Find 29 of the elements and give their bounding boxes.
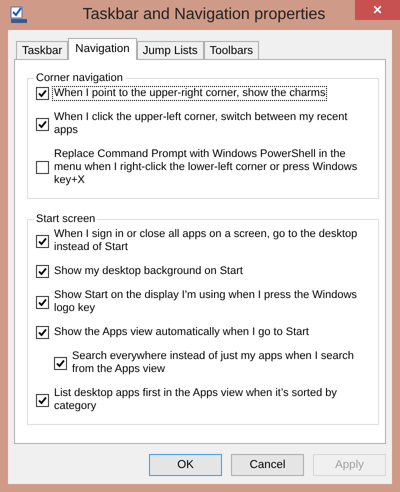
checkbox[interactable] <box>36 394 49 406</box>
tab[interactable]: Taskbar <box>16 41 68 59</box>
option-label: When I click the upper-left corner, switch between my recent apps <box>53 110 348 138</box>
option-label: Show Start on the display I'm using when I press the Windows logo key <box>53 288 358 316</box>
checkbox[interactable] <box>36 265 49 278</box>
tab[interactable]: Navigation <box>68 38 137 60</box>
checkbox[interactable] <box>36 161 49 174</box>
checkbox[interactable] <box>36 234 49 248</box>
checkbox[interactable] <box>36 118 49 130</box>
option-label: When I point to the upper-right corner, show the charms <box>52 86 328 101</box>
tab[interactable]: Toolbars <box>204 41 260 59</box>
checkbox[interactable] <box>54 356 67 370</box>
option-label: Replace Command Prompt with Windows PowerShell in the menu when I right-click the lower-left corner or press Windows key+X <box>53 147 358 188</box>
checkbox[interactable] <box>36 296 49 308</box>
option-label: Show the Apps view automatically when I go to Start <box>53 325 310 340</box>
option-label: List desktop apps first in the Apps view when it’s sorted by category <box>53 386 338 414</box>
group-title: Start screen <box>35 213 96 225</box>
tab[interactable]: Jump Lists <box>136 41 204 59</box>
close-button[interactable]: ✕ <box>355 0 400 20</box>
option-label: Show my desktop background on Start <box>53 264 244 279</box>
option-label: When I sign in or close all apps on a screen, go to the desktop instead of Start <box>53 227 358 255</box>
option-label: Search everywhere instead of just my apps when I search from the Apps view <box>71 349 355 377</box>
dialog-button[interactable]: OK <box>149 454 222 476</box>
group-title: Corner navigation <box>35 72 124 84</box>
checkbox[interactable] <box>36 87 49 100</box>
dialog-button[interactable]: Cancel <box>231 454 304 476</box>
checkbox[interactable] <box>36 326 49 339</box>
app-icon <box>10 6 28 24</box>
window-title: Taskbar and Navigation properties <box>82 6 326 24</box>
